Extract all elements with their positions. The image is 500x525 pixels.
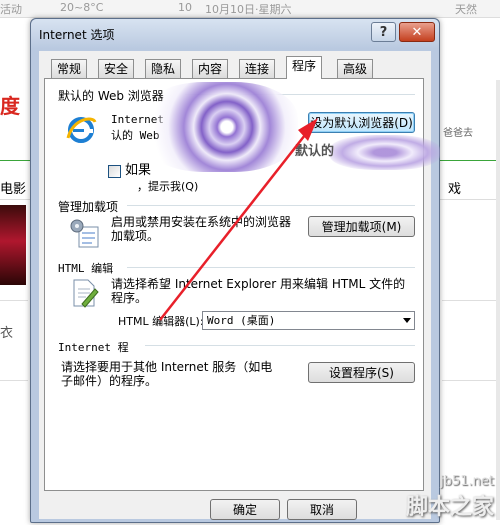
site-watermark: jb51.net 脚本之家	[406, 474, 494, 521]
red-annotation-arrow-icon	[159, 118, 318, 321]
watermark-name: 脚本之家	[405, 495, 494, 520]
tab-programs[interactable]: 程序	[286, 56, 323, 79]
watermark-url: jb51.net	[440, 474, 494, 489]
